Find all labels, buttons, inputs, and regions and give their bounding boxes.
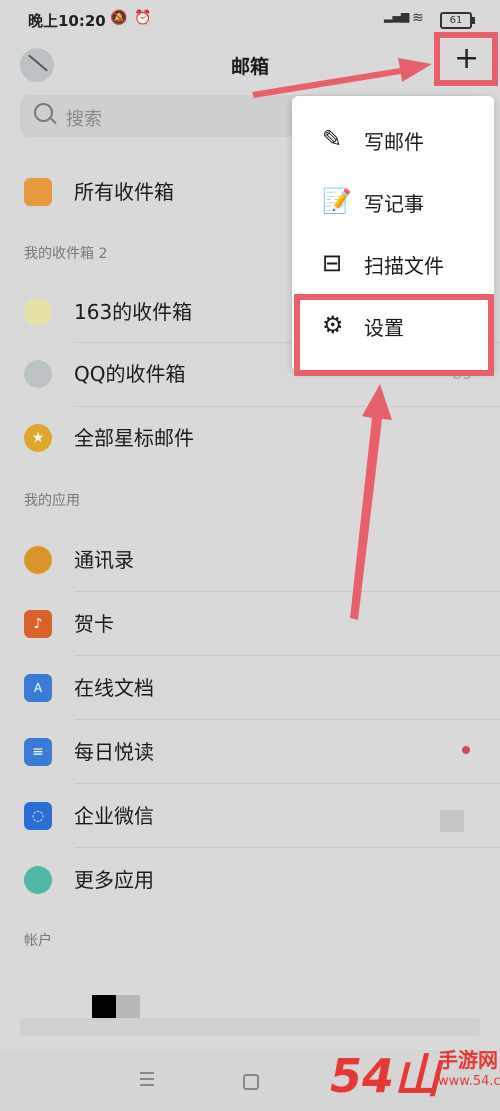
more-apps-icon xyxy=(24,866,52,894)
list-item-label: 每日悦读 xyxy=(74,740,154,764)
divider xyxy=(74,783,500,784)
menu-item-label: 写邮件 xyxy=(364,130,424,154)
menu-item-label: 写记事 xyxy=(364,192,424,216)
list-item-greeting-card[interactable]: ♪ 贺卡 xyxy=(0,594,500,654)
account-mask-block xyxy=(116,995,140,1019)
battery-icon: 61 xyxy=(440,12,475,29)
divider xyxy=(74,719,500,720)
list-item-label: QQ的收件箱 xyxy=(74,362,186,386)
status-time: 晚上10:20 xyxy=(28,12,106,30)
list-item-label: 贺卡 xyxy=(74,612,114,636)
list-item-label: 全部星标邮件 xyxy=(74,426,194,450)
blurred-thumbnail xyxy=(440,810,464,832)
divider xyxy=(74,847,500,848)
watermark-logo: 54山 手游网 www.54.cn xyxy=(330,1030,500,1111)
watermark-number: 54山 xyxy=(330,1049,441,1103)
menu-item-note[interactable]: 📝 写记事 xyxy=(292,172,494,232)
list-item-label: 在线文档 xyxy=(74,676,154,700)
menu-item-scan[interactable]: ⊟ 扫描文件 xyxy=(292,234,494,294)
egg-avatar-icon xyxy=(24,298,52,326)
list-item-starred[interactable]: ★ 全部星标邮件 xyxy=(0,408,500,468)
search-placeholder: 搜索 xyxy=(66,109,102,130)
menu-item-label: 扫描文件 xyxy=(364,254,444,278)
watermark-url: www.54.cn xyxy=(438,1074,500,1089)
list-item-label: 所有收件箱 xyxy=(74,180,174,204)
home-nav-icon[interactable] xyxy=(243,1074,259,1090)
list-item-more-apps[interactable]: 更多应用 xyxy=(0,850,500,910)
account-mask-block xyxy=(92,995,116,1019)
section-header-accounts: 帐户 xyxy=(24,933,52,949)
list-item-daily-reading[interactable]: ≡ 每日悦读 xyxy=(0,722,500,782)
section-header-my-inboxes: 我的收件箱 2 xyxy=(24,246,108,262)
list-item-wecom[interactable]: ◌ 企业微信 xyxy=(0,786,500,846)
list-item-label: 通讯录 xyxy=(74,548,134,572)
contacts-icon xyxy=(24,546,52,574)
list-item-online-docs[interactable]: A 在线文档 xyxy=(0,658,500,718)
settings-highlight-box xyxy=(294,294,494,376)
list-item-contacts[interactable]: 通讯录 xyxy=(0,530,500,590)
divider xyxy=(74,655,500,656)
plus-icon: + xyxy=(454,41,480,76)
card-icon: ♪ xyxy=(24,610,52,638)
wifi-icon: ≋ xyxy=(412,10,424,26)
alarm-icon: ⏰ xyxy=(134,10,152,26)
menu-item-compose[interactable]: ✎ 写邮件 xyxy=(292,110,494,170)
page-title: 邮箱 xyxy=(230,56,269,78)
search-icon xyxy=(34,103,53,122)
section-header-my-apps: 我的应用 xyxy=(24,493,80,509)
star-icon: ★ xyxy=(24,424,52,452)
inbox-tray-icon xyxy=(24,178,52,206)
divider xyxy=(74,591,500,592)
scan-icon: ⊟ xyxy=(322,249,343,277)
menu-nav-icon[interactable] xyxy=(140,1072,154,1086)
account-avatar-icon xyxy=(24,360,52,388)
watermark-text: 手游网 xyxy=(438,1048,498,1072)
compose-icon: ✎ xyxy=(322,125,343,153)
list-item-label: 163的收件箱 xyxy=(74,300,193,324)
reading-icon: ≡ xyxy=(24,738,52,766)
unread-dot xyxy=(462,746,470,754)
divider xyxy=(74,406,500,407)
add-button[interactable]: + xyxy=(434,32,498,86)
list-item-label: 更多应用 xyxy=(74,868,154,892)
wecom-icon: ◌ xyxy=(24,802,52,830)
note-icon: 📝 xyxy=(322,187,352,215)
status-bar: 晚上10:20 🔕 ⏰ ▂▄▆ ≋ 61 xyxy=(0,0,500,40)
docs-icon: A xyxy=(24,674,52,702)
list-item-label: 企业微信 xyxy=(74,804,154,828)
mute-icon: 🔕 xyxy=(110,10,128,26)
signal-icon: ▂▄▆ xyxy=(384,10,410,23)
